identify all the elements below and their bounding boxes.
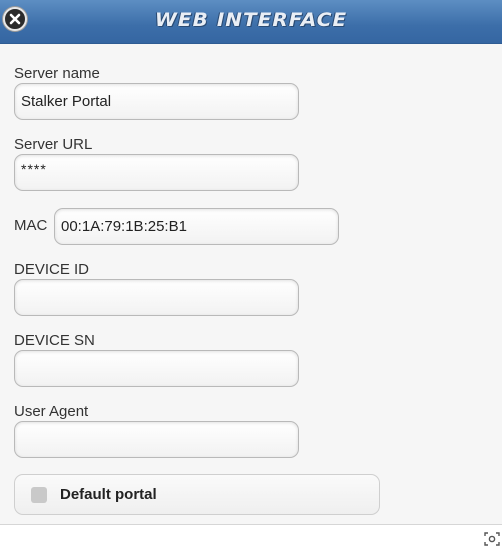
footer-bar <box>0 525 502 548</box>
server-name-label: Server name <box>14 65 100 82</box>
page-title: WEB INTERFACE <box>154 9 348 31</box>
web-interface-window: WEB INTERFACE Server name Stalker Portal… <box>0 0 502 548</box>
default-portal-checkbox[interactable] <box>31 487 47 503</box>
user-agent-label: User Agent <box>14 403 89 420</box>
server-url-label: Server URL <box>14 136 93 153</box>
user-agent-input[interactable] <box>14 421 299 458</box>
default-portal-toggle[interactable]: Default portal <box>14 474 380 515</box>
mac-input[interactable]: 00:1A:79:1B:25:B1 <box>54 208 339 245</box>
server-url-input[interactable]: **** <box>14 154 299 191</box>
device-sn-input[interactable] <box>14 350 299 387</box>
server-name-input[interactable]: Stalker Portal <box>14 83 299 120</box>
device-id-input[interactable] <box>14 279 299 316</box>
device-sn-label: DEVICE SN <box>14 332 95 349</box>
mac-label: MAC <box>14 217 48 234</box>
device-id-label: DEVICE ID <box>14 261 90 278</box>
screenshot-icon[interactable] <box>484 531 500 547</box>
header-bar: WEB INTERFACE <box>0 0 502 44</box>
default-portal-label: Default portal <box>60 486 157 503</box>
